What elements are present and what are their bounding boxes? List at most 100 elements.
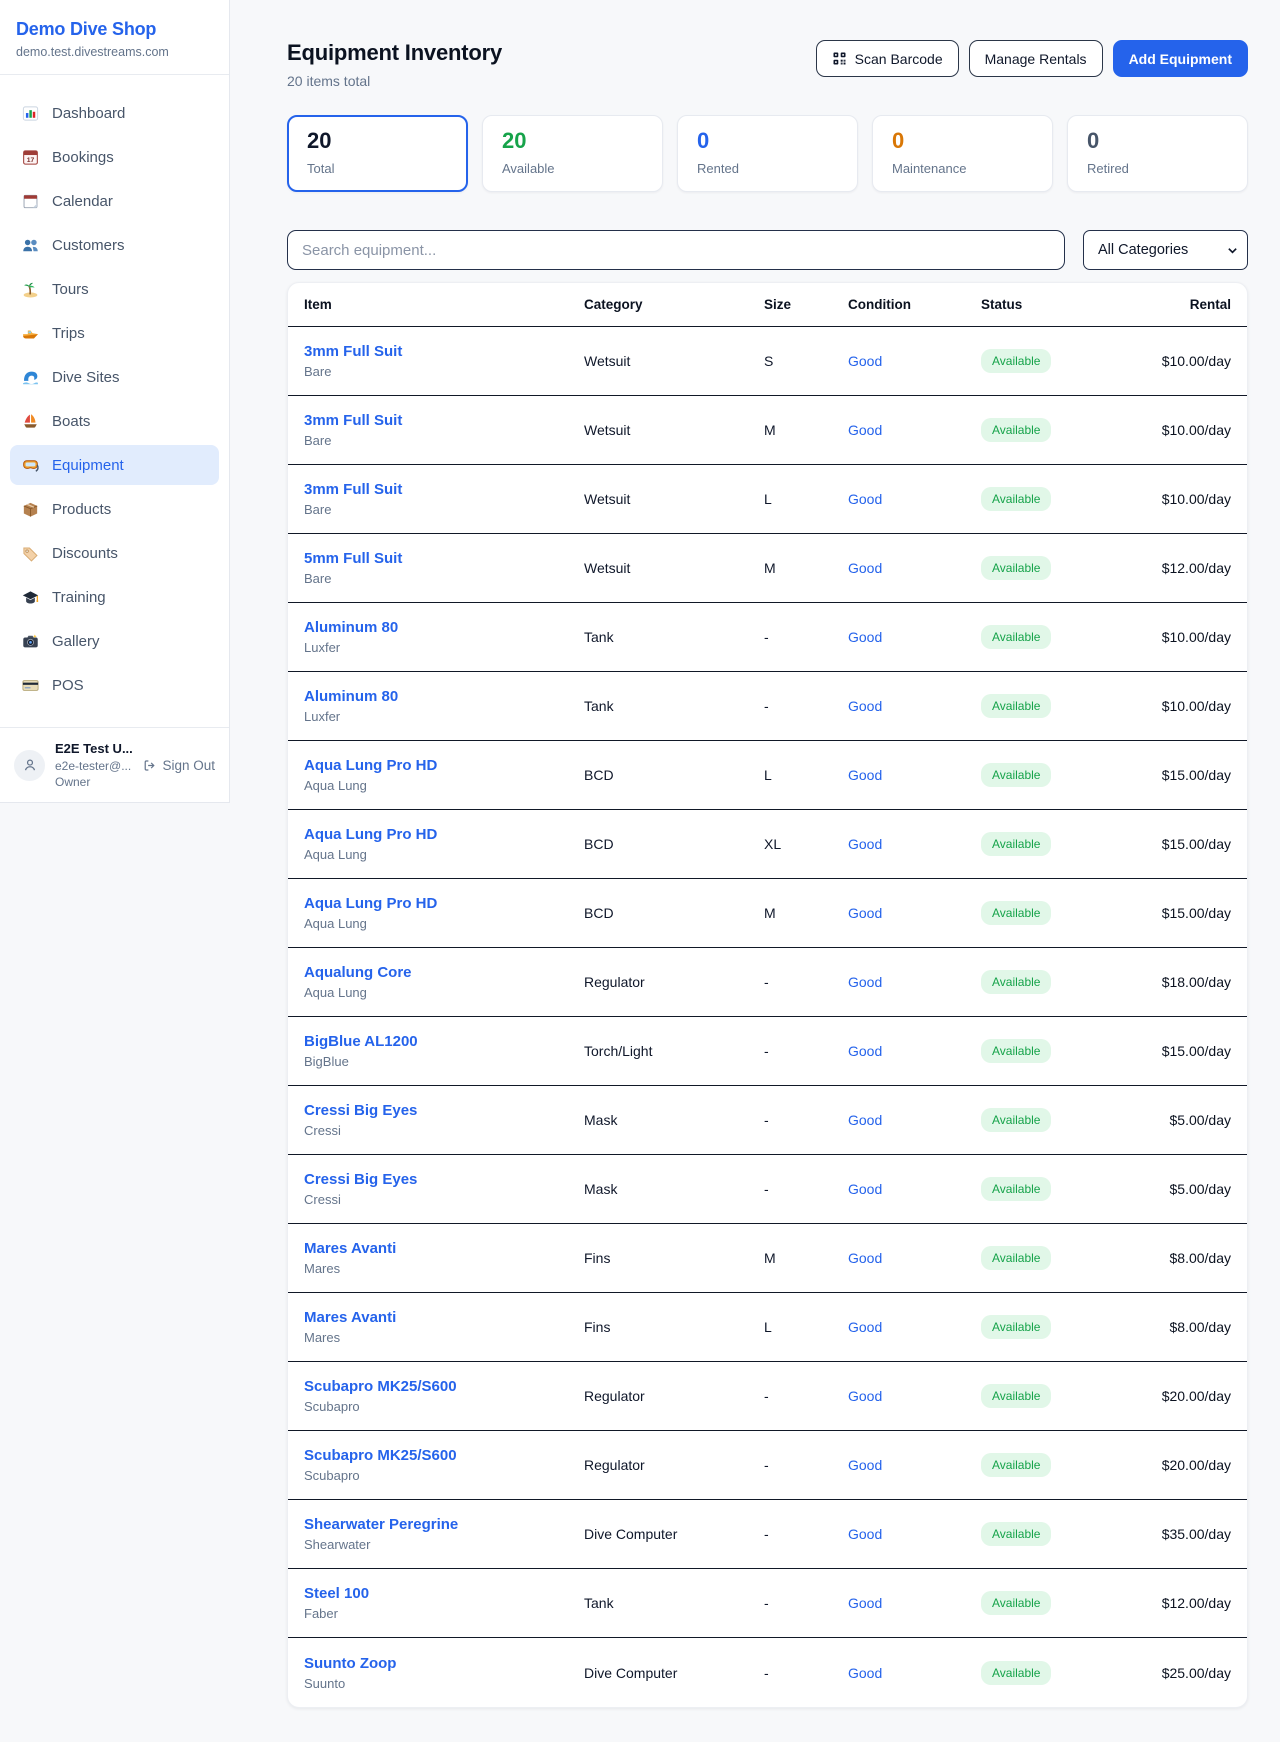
item-category: Wetsuit bbox=[584, 422, 764, 438]
item-brand: Aqua Lung bbox=[304, 916, 584, 931]
item-size: M bbox=[764, 422, 848, 438]
col-header-size: Size bbox=[764, 297, 848, 312]
item-brand: Luxfer bbox=[304, 709, 584, 724]
sidebar-item-discounts[interactable]: Discounts bbox=[10, 533, 219, 573]
item-rental: $12.00/day bbox=[1141, 1595, 1231, 1611]
item-condition-link[interactable]: Good bbox=[848, 905, 981, 921]
status-badge: Available bbox=[981, 556, 1051, 580]
item-name-link[interactable]: 3mm Full Suit bbox=[304, 343, 584, 360]
item-size: - bbox=[764, 974, 848, 990]
item-condition-link[interactable]: Good bbox=[848, 560, 981, 576]
item-condition-link[interactable]: Good bbox=[848, 1250, 981, 1266]
item-category: Fins bbox=[584, 1250, 764, 1266]
sign-out-button[interactable]: Sign Out bbox=[142, 758, 215, 773]
item-brand: Aqua Lung bbox=[304, 847, 584, 862]
status-badge: Available bbox=[981, 1661, 1051, 1685]
item-condition-link[interactable]: Good bbox=[848, 974, 981, 990]
sidebar-item-pos[interactable]: POS bbox=[10, 665, 219, 705]
stat-card-rented[interactable]: 0 Rented bbox=[677, 115, 858, 192]
search-input[interactable] bbox=[287, 230, 1065, 270]
item-condition-link[interactable]: Good bbox=[848, 491, 981, 507]
item-name-link[interactable]: 3mm Full Suit bbox=[304, 481, 584, 498]
brand-name[interactable]: Demo Dive Shop bbox=[16, 19, 213, 40]
sidebar-item-dashboard[interactable]: Dashboard bbox=[10, 93, 219, 133]
item-size: - bbox=[764, 629, 848, 645]
item-name-link[interactable]: BigBlue AL1200 bbox=[304, 1033, 584, 1050]
item-condition-link[interactable]: Good bbox=[848, 1665, 981, 1681]
sidebar-item-gallery[interactable]: Gallery bbox=[10, 621, 219, 661]
status-badge: Available bbox=[981, 1315, 1051, 1339]
bookings-calendar-icon: 17 bbox=[21, 148, 40, 167]
item-name-link[interactable]: 5mm Full Suit bbox=[304, 550, 584, 567]
item-name-link[interactable]: Aqua Lung Pro HD bbox=[304, 826, 584, 843]
item-name-link[interactable]: Aqua Lung Pro HD bbox=[304, 895, 584, 912]
stat-card-maintenance[interactable]: 0 Maintenance bbox=[872, 115, 1053, 192]
item-condition-link[interactable]: Good bbox=[848, 1112, 981, 1128]
package-icon bbox=[21, 500, 40, 519]
item-condition-link[interactable]: Good bbox=[848, 698, 981, 714]
svg-text:17: 17 bbox=[27, 156, 35, 163]
item-condition-link[interactable]: Good bbox=[848, 767, 981, 783]
item-condition-link[interactable]: Good bbox=[848, 836, 981, 852]
item-name-link[interactable]: Suunto Zoop bbox=[304, 1655, 584, 1672]
table-row: Shearwater Peregrine Shearwater Dive Com… bbox=[288, 1500, 1247, 1569]
item-brand: Cressi bbox=[304, 1192, 584, 1207]
item-condition-link[interactable]: Good bbox=[848, 1043, 981, 1059]
sidebar-item-boats[interactable]: Boats bbox=[10, 401, 219, 441]
item-name-link[interactable]: Mares Avanti bbox=[304, 1309, 584, 1326]
manage-rentals-button[interactable]: Manage Rentals bbox=[969, 40, 1103, 77]
item-name-link[interactable]: Mares Avanti bbox=[304, 1240, 584, 1257]
sidebar-item-equipment[interactable]: Equipment bbox=[10, 445, 219, 485]
item-condition-link[interactable]: Good bbox=[848, 629, 981, 645]
sidebar-item-trips[interactable]: Trips bbox=[10, 313, 219, 353]
table-row: Cressi Big Eyes Cressi Mask - Good Avail… bbox=[288, 1155, 1247, 1224]
item-name-link[interactable]: Cressi Big Eyes bbox=[304, 1171, 584, 1188]
item-condition-link[interactable]: Good bbox=[848, 1319, 981, 1335]
item-name-link[interactable]: Scubapro MK25/S600 bbox=[304, 1378, 584, 1395]
item-name-link[interactable]: Aqua Lung Pro HD bbox=[304, 757, 584, 774]
sidebar-item-calendar[interactable]: Calendar bbox=[10, 181, 219, 221]
sidebar-item-dive-sites[interactable]: Dive Sites bbox=[10, 357, 219, 397]
item-condition-link[interactable]: Good bbox=[848, 422, 981, 438]
scan-barcode-button[interactable]: Scan Barcode bbox=[816, 40, 959, 77]
item-rental: $5.00/day bbox=[1141, 1181, 1231, 1197]
stat-card-available[interactable]: 20 Available bbox=[482, 115, 663, 192]
stat-card-retired[interactable]: 0 Retired bbox=[1067, 115, 1248, 192]
sign-out-label: Sign Out bbox=[162, 758, 215, 773]
dive-mask-icon bbox=[21, 456, 40, 475]
item-condition-link[interactable]: Good bbox=[848, 353, 981, 369]
stat-value: 0 bbox=[697, 130, 838, 152]
item-condition-link[interactable]: Good bbox=[848, 1526, 981, 1542]
stat-card-total[interactable]: 20 Total bbox=[287, 115, 468, 192]
camera-icon bbox=[21, 632, 40, 651]
item-condition-link[interactable]: Good bbox=[848, 1457, 981, 1473]
table-row: Scubapro MK25/S600 Scubapro Regulator - … bbox=[288, 1431, 1247, 1500]
item-condition-link[interactable]: Good bbox=[848, 1595, 981, 1611]
category-select[interactable]: All Categories bbox=[1083, 230, 1248, 270]
item-name-link[interactable]: Aluminum 80 bbox=[304, 619, 584, 636]
item-brand: Aqua Lung bbox=[304, 778, 584, 793]
page-title: Equipment Inventory bbox=[287, 40, 502, 66]
graduation-cap-icon bbox=[21, 588, 40, 607]
item-size: - bbox=[764, 1388, 848, 1404]
item-name-link[interactable]: Steel 100 bbox=[304, 1585, 584, 1602]
item-size: - bbox=[764, 1112, 848, 1128]
item-condition-link[interactable]: Good bbox=[848, 1181, 981, 1197]
item-name-link[interactable]: Aluminum 80 bbox=[304, 688, 584, 705]
item-name-link[interactable]: Shearwater Peregrine bbox=[304, 1516, 584, 1533]
sidebar-item-training[interactable]: Training bbox=[10, 577, 219, 617]
sidebar-item-bookings[interactable]: 17 Bookings bbox=[10, 137, 219, 177]
sidebar-item-customers[interactable]: Customers bbox=[10, 225, 219, 265]
add-equipment-button[interactable]: Add Equipment bbox=[1113, 40, 1248, 77]
item-name-link[interactable]: Cressi Big Eyes bbox=[304, 1102, 584, 1119]
item-name-link[interactable]: 3mm Full Suit bbox=[304, 412, 584, 429]
item-name-link[interactable]: Scubapro MK25/S600 bbox=[304, 1447, 584, 1464]
item-condition-link[interactable]: Good bbox=[848, 1388, 981, 1404]
status-badge: Available bbox=[981, 901, 1051, 925]
item-name-link[interactable]: Aqualung Core bbox=[304, 964, 584, 981]
table-row: Aluminum 80 Luxfer Tank - Good Available… bbox=[288, 672, 1247, 741]
header-actions: Scan Barcode Manage Rentals Add Equipmen… bbox=[816, 40, 1248, 77]
sidebar-item-tours[interactable]: Tours bbox=[10, 269, 219, 309]
sidebar-item-products[interactable]: Products bbox=[10, 489, 219, 529]
stat-label: Maintenance bbox=[892, 161, 1033, 176]
